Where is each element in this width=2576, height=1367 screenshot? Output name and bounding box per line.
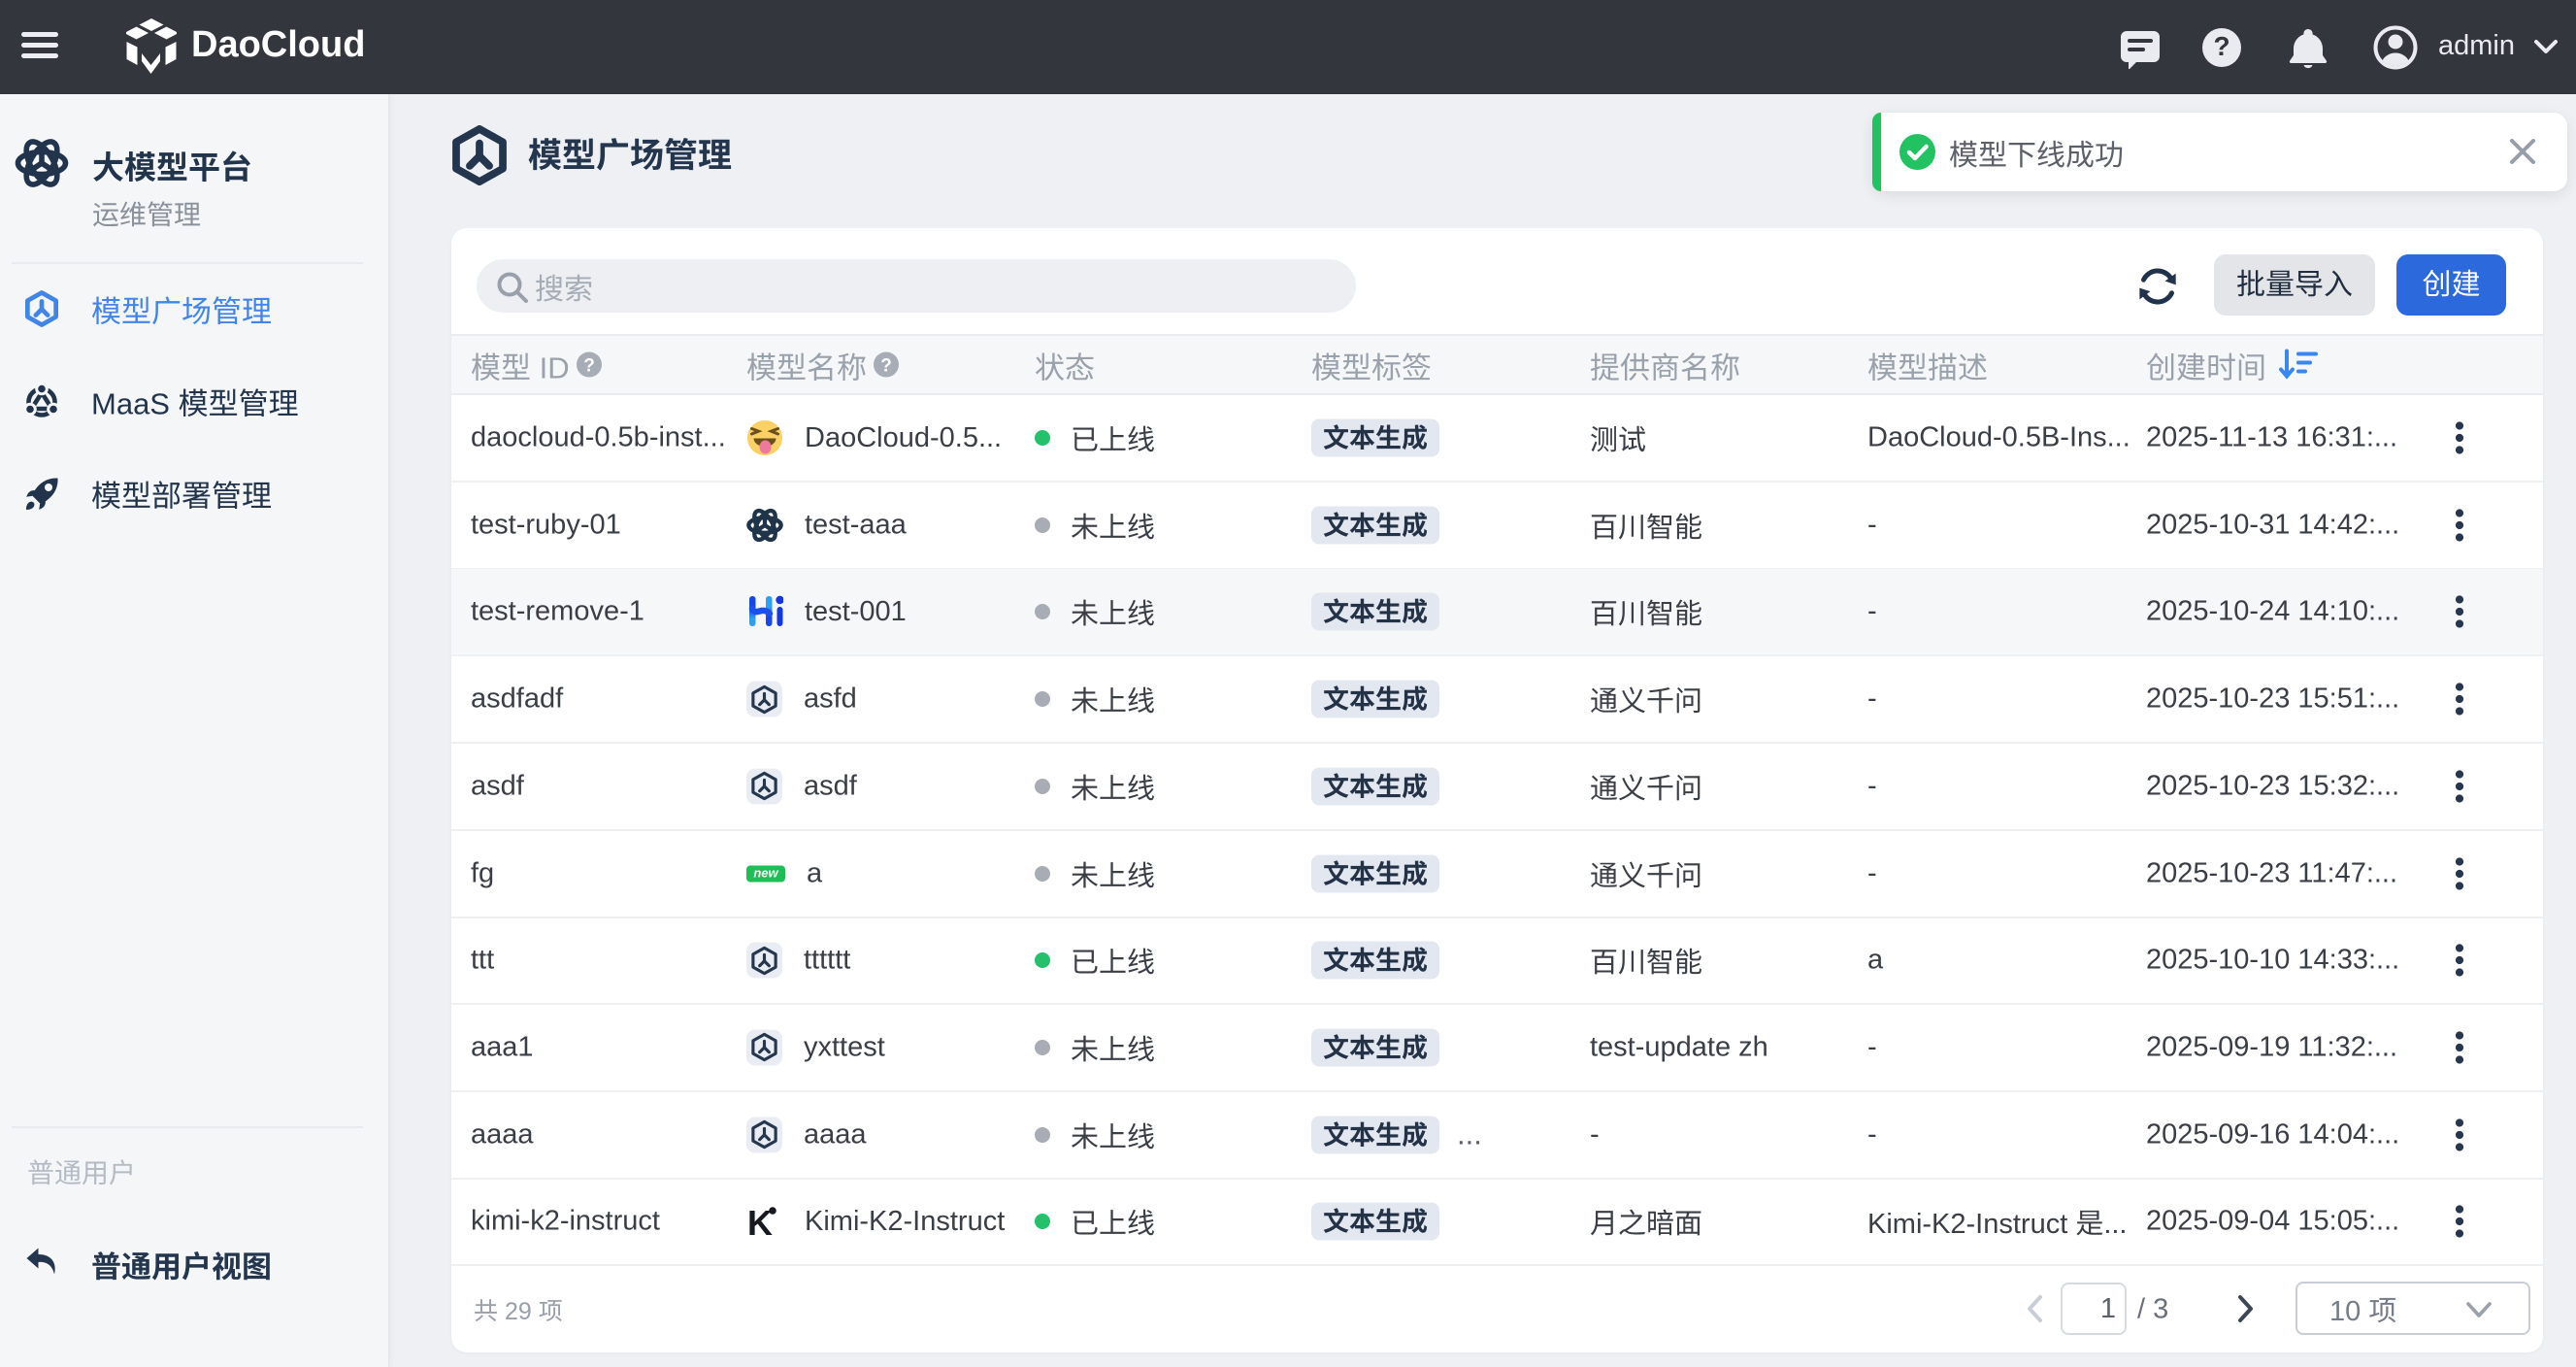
svg-text:?: ? xyxy=(583,356,595,377)
svg-text:K: K xyxy=(747,1203,773,1240)
svg-text:?: ? xyxy=(880,356,892,377)
svg-text:?: ? xyxy=(2213,31,2229,61)
